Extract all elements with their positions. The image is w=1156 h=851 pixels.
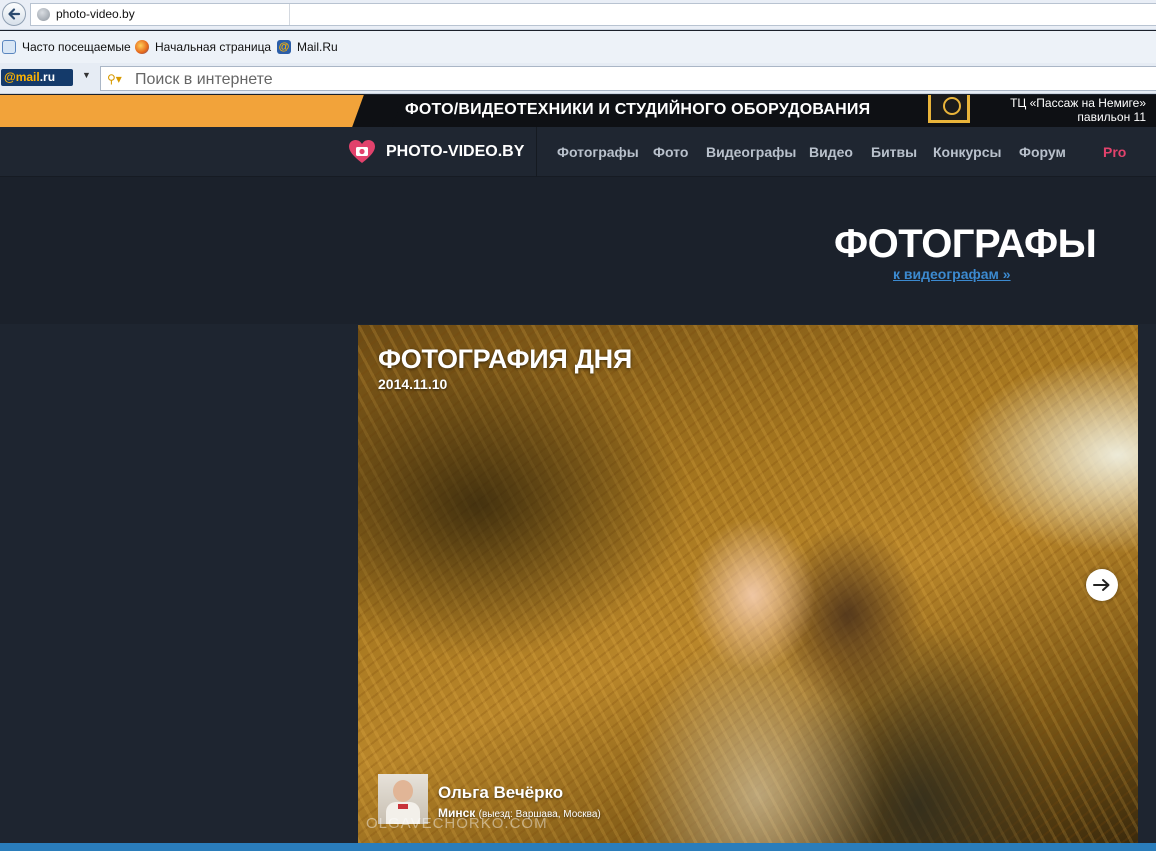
bookmark-most-visited[interactable]: Часто посещаемые [2, 40, 131, 54]
next-photo-button[interactable] [1086, 569, 1118, 601]
bookmark-page-icon [2, 40, 16, 54]
arrow-right-icon [1093, 579, 1110, 591]
site-logo-text[interactable]: PHOTO-VIDEO.BY [386, 143, 524, 161]
banner-accent [0, 95, 370, 127]
firefox-icon [135, 40, 149, 54]
mailru-logo[interactable]: @mail.ru [1, 69, 73, 86]
nav-photographers[interactable]: Фотографы [557, 144, 639, 160]
banner-address-line2: павильон 11 [1077, 110, 1146, 124]
to-videographers-link[interactable]: к видеографам » [893, 266, 1011, 282]
nav-contests[interactable]: Конкурсы [933, 144, 1001, 160]
nav-battles[interactable]: Битвы [871, 144, 917, 160]
nav-forum[interactable]: Форум [1019, 144, 1066, 160]
mailru-logo-ru: .ru [39, 70, 56, 84]
nav-video[interactable]: Видео [809, 144, 853, 160]
camera-icon [928, 95, 970, 123]
browser-address-bar: photo-video.by [0, 0, 1156, 30]
search-icon: ⚲▾ [107, 72, 122, 86]
url-text: photo-video.by [56, 7, 135, 21]
search-placeholder: Поиск в интернете [135, 71, 273, 88]
bookmark-mailru[interactable]: @ Mail.Ru [277, 40, 338, 54]
nav-photo[interactable]: Фото [653, 144, 688, 160]
photo-watermark: OLGAVECHORKO.COM [366, 815, 548, 832]
bookmarks-bar: Часто посещаемые Начальная страница @ Ma… [0, 31, 1156, 63]
banner-headline: ФОТО/ВИДЕОТЕХНИКИ И СТУДИЙНОГО ОБОРУДОВА… [405, 101, 871, 118]
nav-pro[interactable]: Pro [1103, 144, 1126, 160]
url-separator [289, 4, 290, 25]
bottom-accent-bar [0, 843, 1156, 851]
mailru-at-icon: @ [277, 40, 291, 54]
page-title: ФОТОГРАФЫ [834, 222, 1097, 266]
nav-videographers[interactable]: Видеографы [706, 144, 796, 160]
page-hero: ФОТОГРАФЫ к видеографам » [0, 178, 1156, 324]
main-content: ФОТОГРАФИЯ ДНЯ 2014.11.10 Ольга Вечёрко … [0, 324, 1156, 843]
banner-address: ТЦ «Пассаж на Немиге» павильон 11 [1010, 96, 1146, 124]
mailru-toolbar: @mail.ru ▼ ⚲▾ Поиск в интернете [0, 63, 1156, 94]
bookmark-label: Часто посещаемые [22, 40, 131, 54]
back-arrow-icon [8, 8, 21, 20]
avatar-head [393, 780, 413, 802]
search-input[interactable]: ⚲▾ Поиск в интернете [100, 66, 1156, 91]
bookmark-label: Mail.Ru [297, 40, 338, 54]
mailru-logo-text: @mail [4, 70, 40, 84]
author-name-link[interactable]: Ольга Вечёрко [438, 783, 563, 803]
avatar-bow [398, 804, 408, 809]
banner-address-line1: ТЦ «Пассаж на Немиге» [1010, 96, 1146, 110]
site-nav: PHOTO-VIDEO.BY Фотографы Фото Видеографы… [0, 127, 1156, 177]
bookmark-label: Начальная страница [155, 40, 272, 54]
photo-of-day-image[interactable]: ФОТОГРАФИЯ ДНЯ 2014.11.10 Ольга Вечёрко … [358, 325, 1138, 843]
back-button[interactable] [2, 2, 26, 26]
globe-icon [37, 8, 50, 21]
heart-logo-icon[interactable] [348, 138, 376, 166]
bookmark-start-page[interactable]: Начальная страница [135, 40, 271, 54]
url-input[interactable]: photo-video.by [30, 3, 1156, 26]
photo-of-day-date: 2014.11.10 [378, 376, 448, 392]
nav-divider [536, 127, 537, 177]
photo-of-day-title: ФОТОГРАФИЯ ДНЯ [378, 344, 632, 374]
chevron-down-icon[interactable]: ▼ [82, 70, 91, 80]
ad-banner[interactable]: ФОТО/ВИДЕОТЕХНИКИ И СТУДИЙНОГО ОБОРУДОВА… [0, 95, 1156, 127]
